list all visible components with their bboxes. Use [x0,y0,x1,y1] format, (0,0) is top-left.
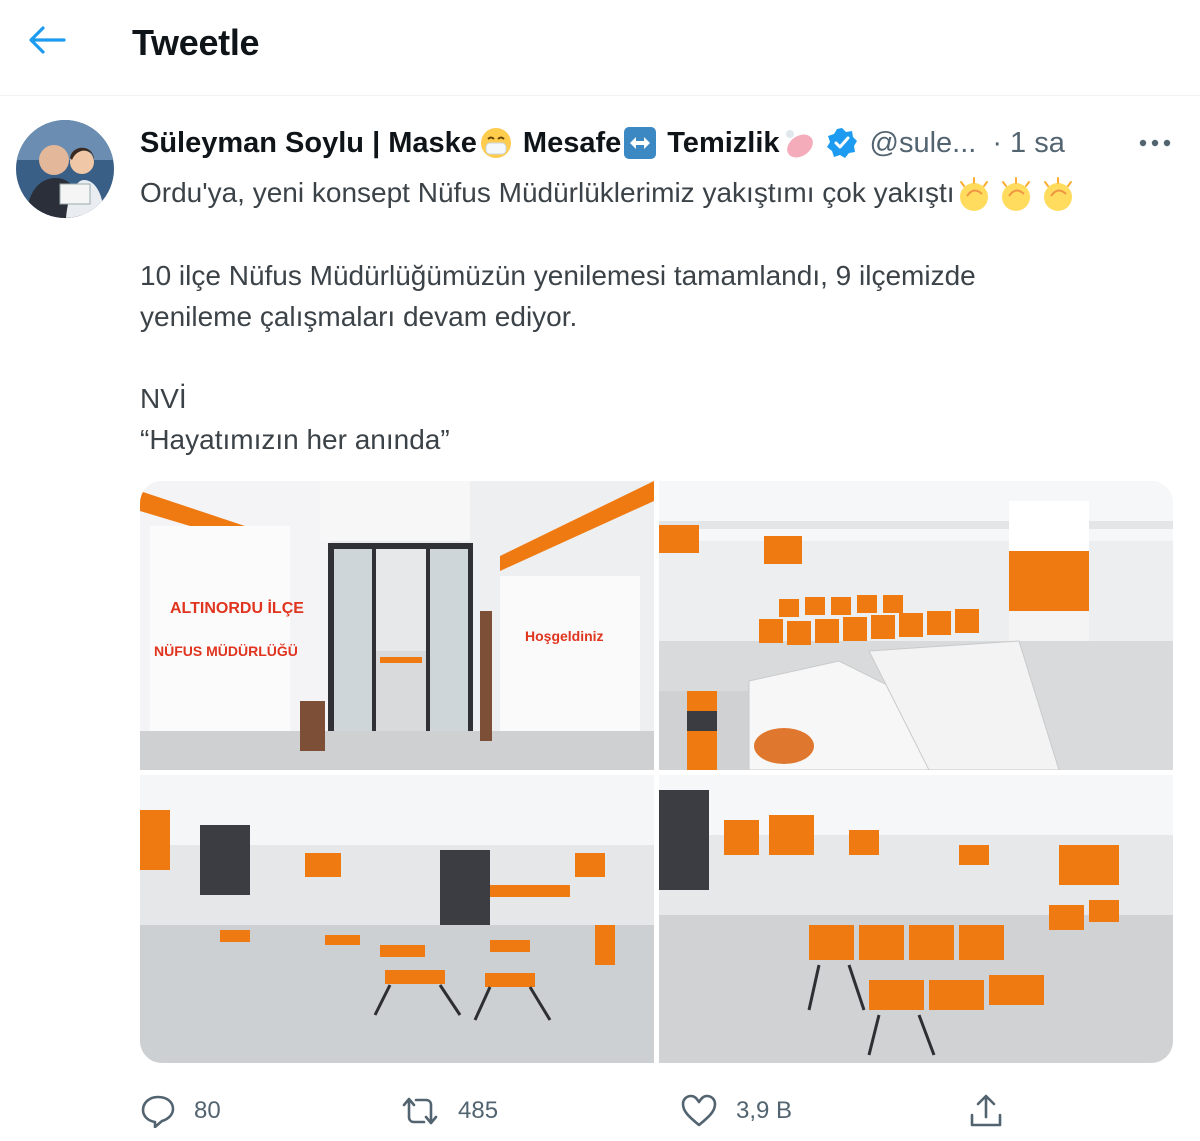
arrow-left-icon [29,26,66,54]
soap-icon [782,126,816,160]
retweet-count: 485 [458,1097,499,1124]
reply-icon [141,1095,175,1128]
share-icon [970,1094,1002,1127]
tweet-line: “Hayatımızın her anında” [140,423,450,455]
tweet-line: Ordu'ya, yeni konsept Nüfus Müdürlükleri… [140,172,1180,214]
clapping-hands-icon [955,176,993,214]
tweet-actions: 80 485 3,9 B [140,1086,1180,1136]
tweet-line: yenileme çalışmaları devam ediyor. [140,300,578,332]
share-button[interactable] [968,1086,1004,1136]
wall-sign-line2: NÜFUS MÜDÜRLÜĞÜ [154,642,298,659]
reply-button[interactable]: 80 [140,1086,221,1136]
heart-icon [681,1094,717,1127]
page-title: Tweetle [132,22,260,63]
tweet-line-text: Ordu'ya, yeni konsept Nüfus Müdürlükleri… [140,177,955,208]
tweet-time[interactable]: · 1 sa [992,127,1065,160]
wall-sign-line1: ALTINORDU İLÇE [170,599,304,617]
reply-count: 80 [194,1097,221,1124]
author-handle[interactable]: @sule... [870,127,977,160]
verified-badge-icon [826,127,858,159]
tweet-line: NVİ [140,382,187,414]
tweet-author-row: Süleyman Soylu | Maske Mesafe Temizlik @… [140,122,1065,164]
left-right-arrow-icon [623,126,657,160]
clapping-hands-icon [997,176,1035,214]
more-options-button[interactable] [1130,125,1180,161]
clapping-hands-icon [1039,176,1077,214]
media-photo-1[interactable]: ALTINORDU İLÇE NÜFUS MÜDÜRLÜĞÜ Hoşgeldin… [140,481,654,770]
author-name-part1[interactable]: Süleyman Soylu | Maske [140,127,477,160]
mask-face-icon [479,126,513,160]
like-button[interactable]: 3,9 B [680,1086,792,1136]
like-count: 3,9 B [736,1097,793,1124]
more-dots-icon [1139,139,1171,147]
tweet-line: 10 ilçe Nüfus Müdürlüğümüzün yenilemesi … [140,259,976,291]
wall-sign-right: Hoşgeldiniz [525,628,604,644]
tweet-media-grid: ALTINORDU İLÇE NÜFUS MÜDÜRLÜĞÜ Hoşgeldin… [140,481,1173,1063]
avatar[interactable] [16,120,114,218]
media-photo-4[interactable] [659,775,1173,1063]
back-button[interactable] [22,18,72,62]
media-photo-3[interactable] [140,775,654,1063]
author-name-part3[interactable]: Temizlik [667,127,779,160]
tweet-text: Ordu'ya, yeni konsept Nüfus Müdürlükleri… [140,172,1180,460]
media-photo-2[interactable] [659,481,1173,770]
author-name-part2[interactable]: Mesafe [523,127,621,160]
tweet-header: Tweetle [0,0,1200,96]
retweet-button[interactable]: 485 [400,1086,498,1136]
retweet-icon [402,1097,438,1125]
